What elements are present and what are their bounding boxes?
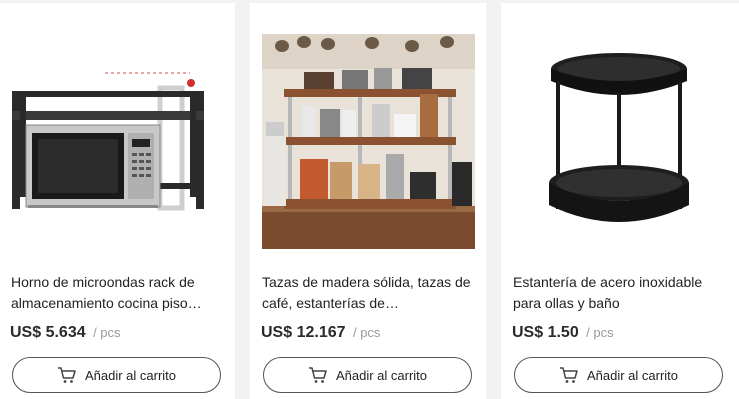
- add-to-cart-label: Añadir al carrito: [586, 367, 679, 383]
- add-to-cart-button[interactable]: Añadir al carrito: [263, 357, 472, 393]
- product-card[interactable]: Horno de microondas rack de almacenamien…: [0, 3, 235, 399]
- microwave-rack-image: [10, 33, 224, 247]
- coffee-shelf-image: [262, 34, 475, 249]
- add-to-cart-button[interactable]: Añadir al carrito: [514, 357, 723, 393]
- add-to-cart-label: Añadir al carrito: [84, 367, 177, 383]
- price-unit: / pcs: [93, 325, 121, 340]
- cart-icon: [57, 366, 77, 384]
- product-title[interactable]: Estantería de acero inoxidable para olla…: [513, 272, 725, 314]
- product-image-microwave-rack[interactable]: [10, 33, 224, 247]
- product-price: US$ 12.167: [261, 324, 346, 341]
- product-image-coffee-shelf[interactable]: [262, 34, 475, 249]
- product-image-steel-rack[interactable]: [512, 33, 726, 247]
- product-price: US$ 5.634: [10, 324, 86, 341]
- price-unit: / pcs: [586, 325, 614, 340]
- price-row: US$ 12.167 / pcs: [261, 324, 380, 342]
- product-price: US$ 1.50: [512, 324, 579, 341]
- price-row: US$ 5.634 / pcs: [10, 324, 121, 342]
- product-title[interactable]: Horno de microondas rack de almacenamien…: [11, 272, 223, 314]
- price-unit: / pcs: [352, 325, 381, 340]
- product-title[interactable]: Tazas de madera sólida, tazas de café, e…: [262, 272, 474, 314]
- price-row: US$ 1.50 / pcs: [512, 324, 614, 342]
- product-card[interactable]: Estantería de acero inoxidable para olla…: [501, 3, 739, 399]
- add-to-cart-label: Añadir al carrito: [335, 367, 428, 383]
- steel-two-tier-rack-image: [512, 33, 726, 247]
- cart-icon: [308, 366, 328, 384]
- product-card[interactable]: Tazas de madera sólida, tazas de café, e…: [250, 3, 486, 399]
- cart-icon: [559, 366, 579, 384]
- add-to-cart-button[interactable]: Añadir al carrito: [12, 357, 221, 393]
